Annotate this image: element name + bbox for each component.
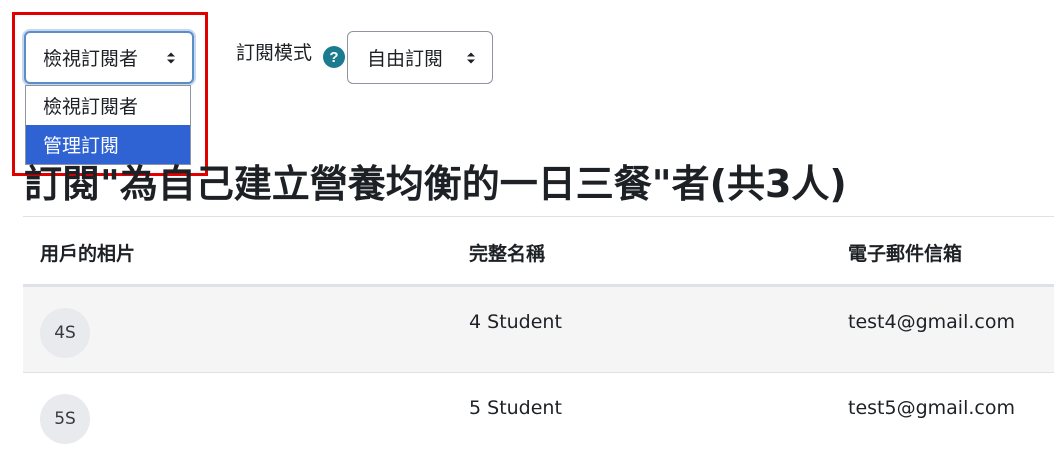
view-select-value: 檢視訂閱者 (43, 48, 139, 70)
page-title: 訂閱"為自己建立營養均衡的一日三餐"者(共3人) (24, 162, 847, 206)
view-select-dropdown: 檢視訂閱者 管理訂閱 (25, 85, 191, 165)
subscription-mode-label: 訂閱模式 (236, 42, 313, 64)
option-view-subscribers[interactable]: 檢視訂閱者 (26, 86, 190, 125)
avatar[interactable]: 5S (40, 394, 90, 444)
table-header-row: 用戶的相片 完整名稱 電子郵件信箱 (23, 216, 1054, 286)
subscription-mode-value: 自由訂閱 (367, 48, 444, 70)
user-full-name[interactable]: 4 Student (469, 311, 562, 333)
help-icon[interactable]: ? (323, 46, 345, 68)
user-full-name[interactable]: 5 Student (469, 397, 562, 419)
avatar[interactable]: 4S (40, 308, 90, 358)
header-full-name[interactable]: 完整名稱 (469, 239, 545, 266)
select-caret-icon (167, 52, 175, 63)
user-email: test4@gmail.com (848, 311, 1015, 333)
table-row: 5S 5 Student test5@gmail.com (23, 372, 1054, 458)
header-email[interactable]: 電子郵件信箱 (848, 239, 962, 266)
select-caret-icon (467, 52, 475, 63)
subscribers-table: 用戶的相片 完整名稱 電子郵件信箱 4S 4 Student test4@gma… (23, 216, 1054, 458)
view-select[interactable]: 檢視訂閱者 (24, 31, 194, 84)
subscribers-page: 檢視訂閱者 檢視訂閱者 管理訂閱 訂閱模式 ? 自由訂閱 訂閱"為自己建立營養均… (0, 0, 1054, 465)
subscription-mode-select[interactable]: 自由訂閱 (347, 31, 493, 84)
header-user-photo: 用戶的相片 (40, 243, 136, 265)
table-row: 4S 4 Student test4@gmail.com (23, 286, 1054, 372)
user-email: test5@gmail.com (848, 397, 1015, 419)
